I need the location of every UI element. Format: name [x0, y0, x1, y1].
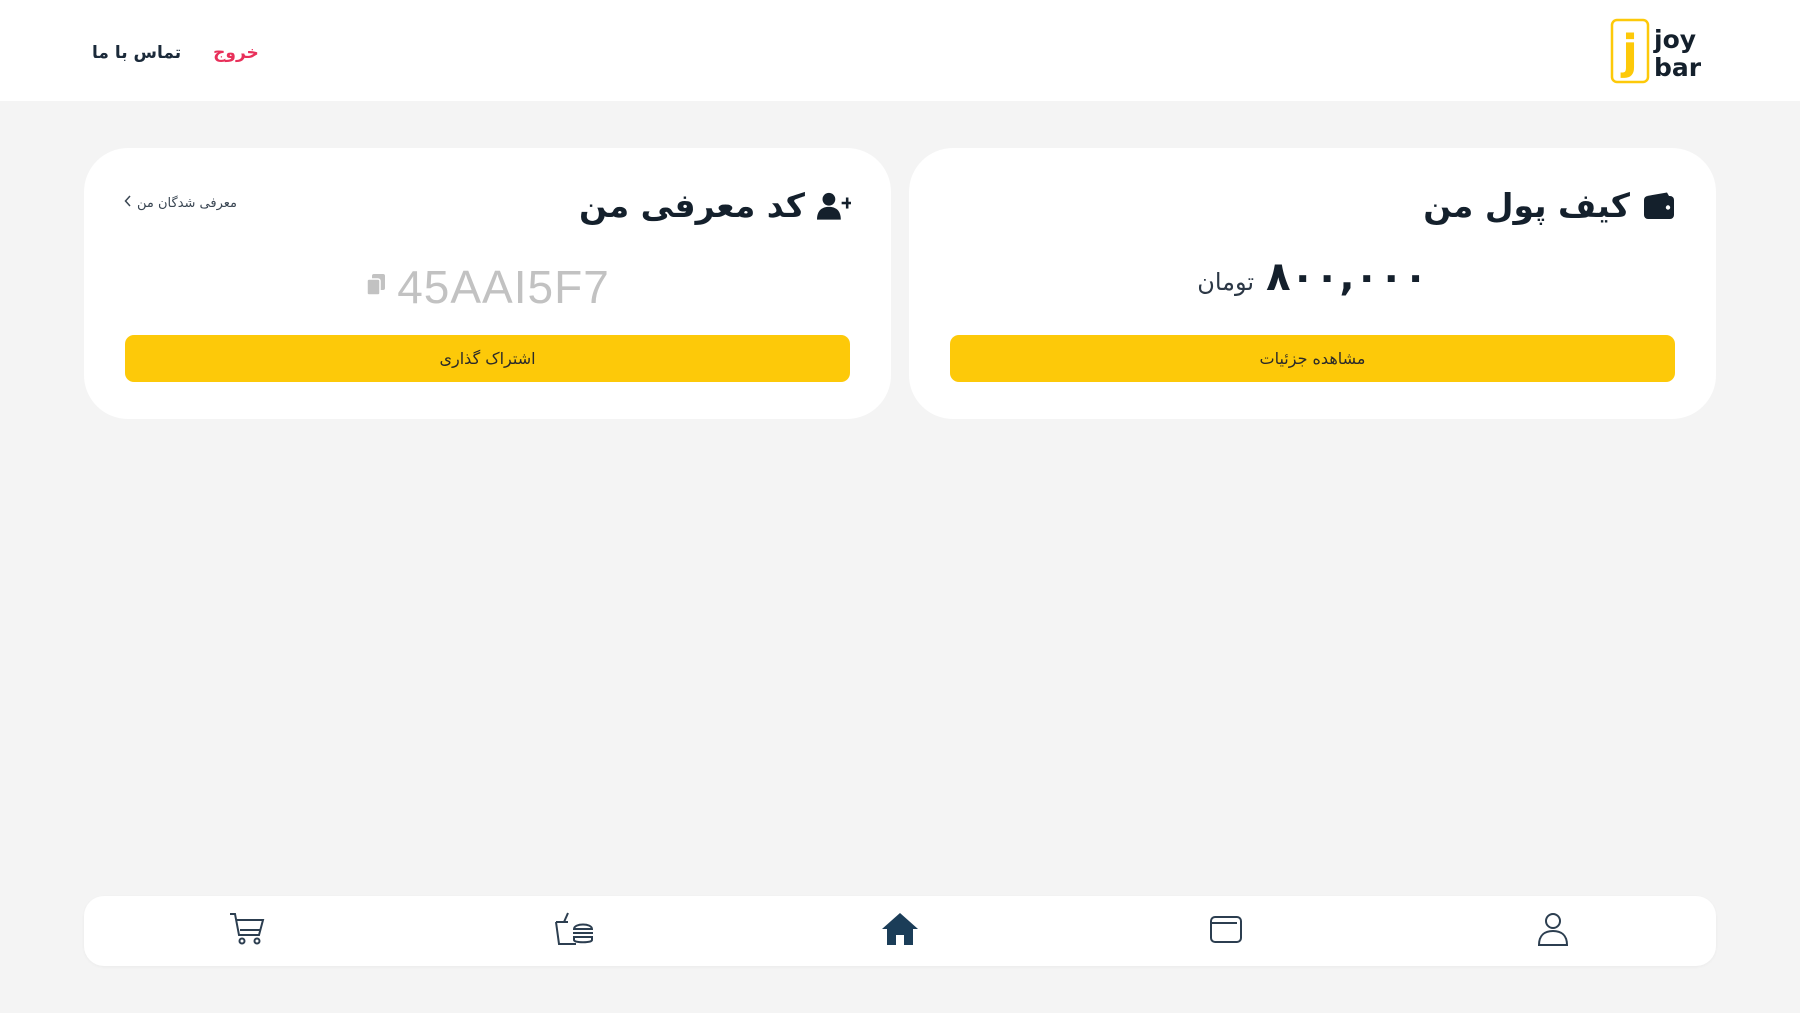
view-details-button[interactable]: مشاهده جزئیات — [950, 335, 1675, 382]
header-links: تماس با ما خروج — [92, 38, 259, 68]
wallet-icon — [1642, 189, 1676, 223]
my-referrals-label: معرفی شدگان من — [137, 195, 237, 211]
wallet-currency: تومان — [1197, 268, 1255, 296]
wallet-card: کیف پول من ۸۰۰,۰۰۰ تومان مشاهده جزئیات — [909, 148, 1716, 419]
share-button[interactable]: اشتراک گذاری — [125, 335, 850, 382]
logo-line2: bar — [1654, 53, 1702, 82]
referral-code[interactable]: 45AAI5F7 — [397, 260, 610, 314]
nav-profile[interactable] — [1530, 908, 1576, 954]
logo-mark: j — [1620, 25, 1638, 79]
cart-icon — [229, 912, 265, 950]
wallet-amount: ۸۰۰,۰۰۰ — [1266, 254, 1428, 300]
wallet-card-title: کیف پول من — [1423, 186, 1676, 225]
chevron-left-icon — [124, 195, 132, 211]
top-header: j joy bar تماس با ما خروج — [0, 0, 1800, 101]
copy-icon[interactable] — [365, 273, 387, 301]
contact-link[interactable]: تماس با ما — [92, 43, 181, 63]
nav-food[interactable] — [551, 908, 597, 954]
nav-cart[interactable] — [224, 908, 270, 954]
home-icon — [881, 912, 919, 950]
wallet-icon — [1209, 914, 1243, 948]
referral-title: کد معرفی من — [579, 186, 805, 225]
nav-wallet[interactable] — [1203, 908, 1249, 954]
referral-code-row: 45AAI5F7 — [84, 260, 891, 314]
my-referrals-link[interactable]: معرفی شدگان من — [124, 195, 237, 211]
wallet-balance: ۸۰۰,۰۰۰ تومان — [909, 254, 1716, 300]
user-icon — [1537, 912, 1569, 950]
nav-home[interactable] — [877, 908, 923, 954]
bottom-nav — [84, 896, 1716, 966]
referral-card-title: کد معرفی من — [579, 186, 851, 225]
referral-card: کد معرفی من معرفی شدگان من 45AAI5F7 اشتر… — [84, 148, 891, 419]
joybar-logo[interactable]: j joy bar — [1610, 18, 1710, 84]
user-plus-icon — [817, 189, 851, 223]
logo-line1: joy — [1653, 25, 1696, 54]
wallet-title: کیف پول من — [1423, 186, 1630, 225]
food-icon — [554, 912, 594, 950]
logout-link[interactable]: خروج — [213, 43, 259, 63]
